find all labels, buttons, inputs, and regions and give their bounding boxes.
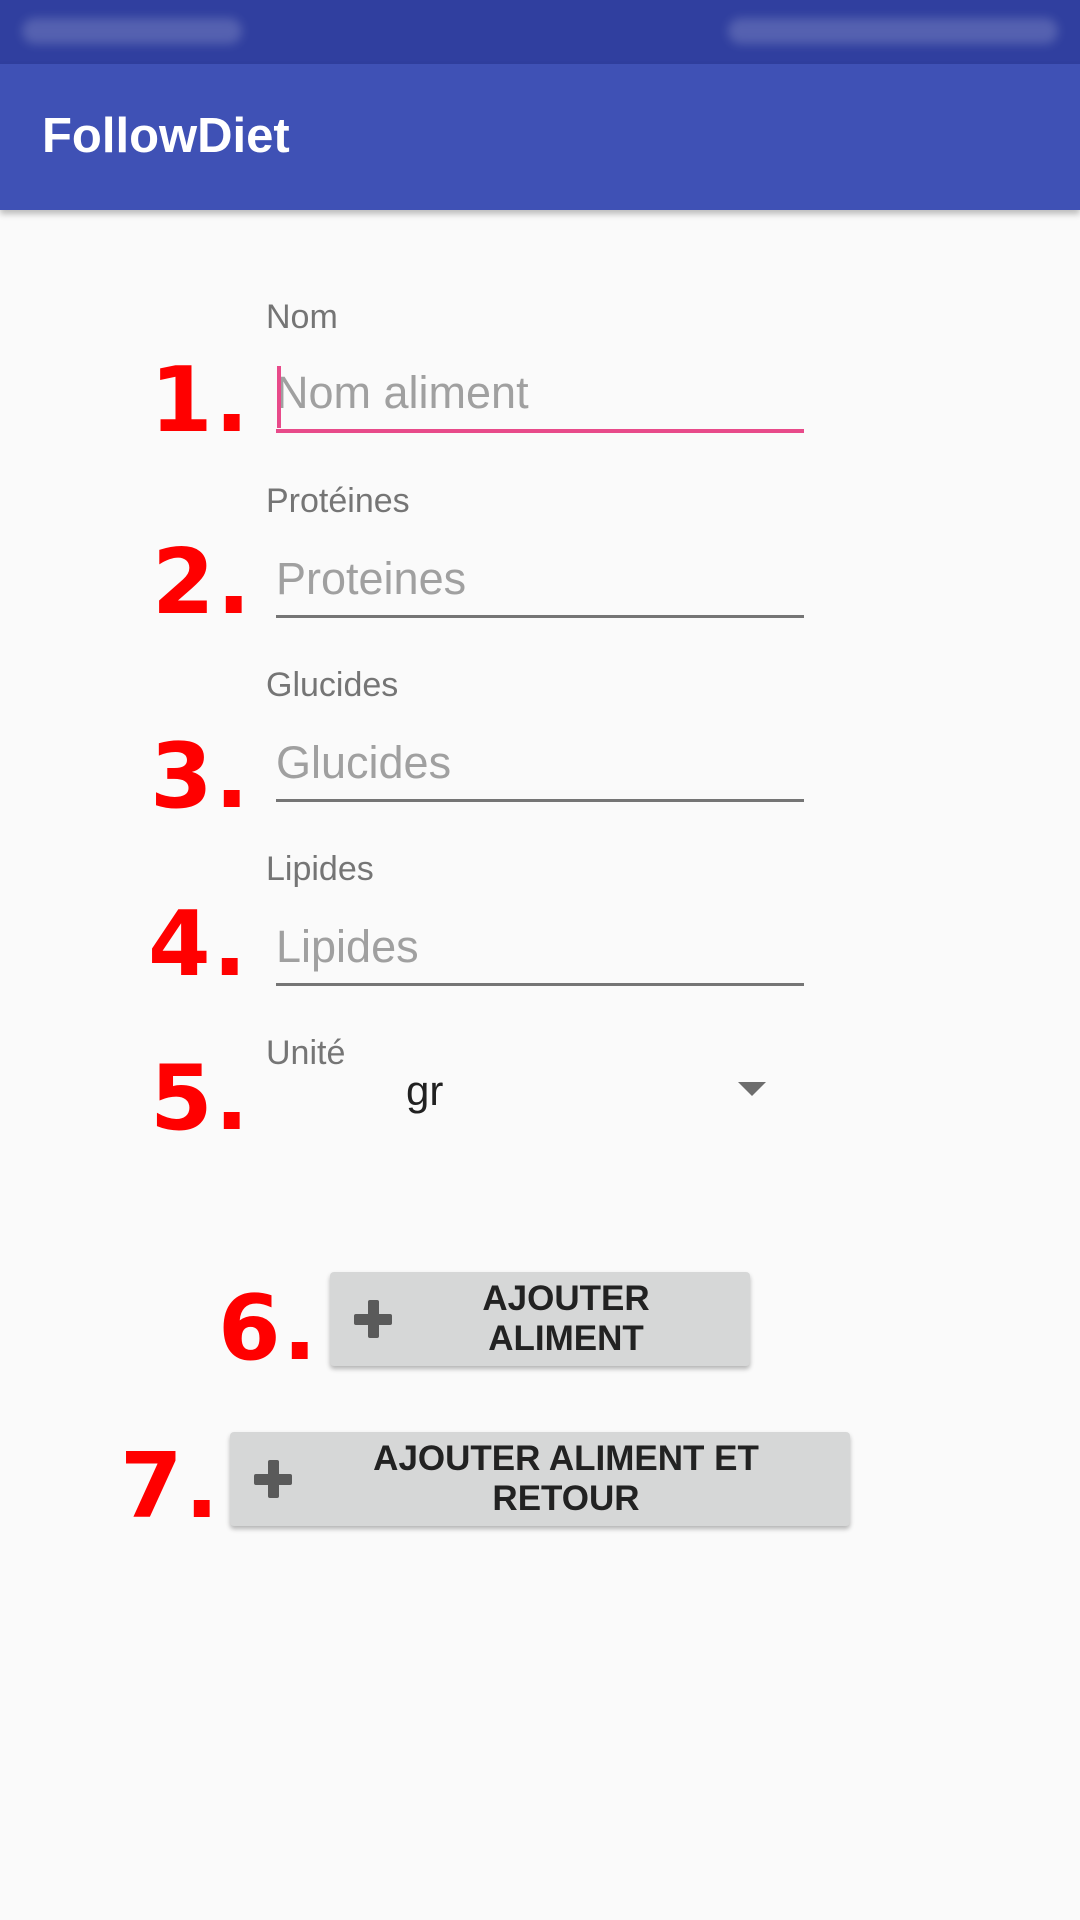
- add-food-button[interactable]: AJOUTER ALIMENT: [330, 1272, 750, 1366]
- annotation-7: 7.: [120, 1434, 221, 1539]
- annotation-5: 5.: [150, 1046, 251, 1151]
- plus-icon: [354, 1300, 392, 1338]
- add-food-and-back-button-label: AJOUTER ALIMENT ET RETOUR: [373, 1439, 759, 1518]
- status-bar-right-info: [728, 18, 1058, 44]
- name-input[interactable]: [276, 363, 804, 433]
- plus-icon: [254, 1460, 292, 1498]
- annotation-1: 1.: [150, 348, 251, 453]
- lipids-label: Lipides: [266, 850, 374, 888]
- annotation-3: 3.: [150, 724, 251, 829]
- unit-selected-value: gr: [406, 1067, 444, 1114]
- status-bar: [0, 0, 1080, 64]
- dropdown-arrow-icon: [738, 1082, 766, 1096]
- annotation-2: 2.: [152, 530, 253, 635]
- annotation-6: 6.: [218, 1276, 319, 1381]
- name-label: Nom: [266, 298, 338, 336]
- lipids-input[interactable]: [276, 916, 804, 986]
- app-title: FollowDiet: [42, 109, 290, 163]
- status-bar-left-info: [22, 18, 242, 44]
- text-cursor: [277, 366, 281, 428]
- proteins-input[interactable]: [276, 548, 804, 618]
- app-bar: FollowDiet: [0, 64, 1080, 210]
- carbs-input[interactable]: [276, 732, 804, 802]
- proteins-label: Protéines: [266, 482, 410, 520]
- unit-spinner[interactable]: gr: [266, 1052, 786, 1132]
- carbs-label: Glucides: [266, 666, 399, 704]
- annotation-4: 4.: [148, 892, 249, 997]
- add-food-button-label: AJOUTER ALIMENT: [482, 1279, 650, 1358]
- add-food-and-back-button[interactable]: AJOUTER ALIMENT ET RETOUR: [230, 1432, 850, 1526]
